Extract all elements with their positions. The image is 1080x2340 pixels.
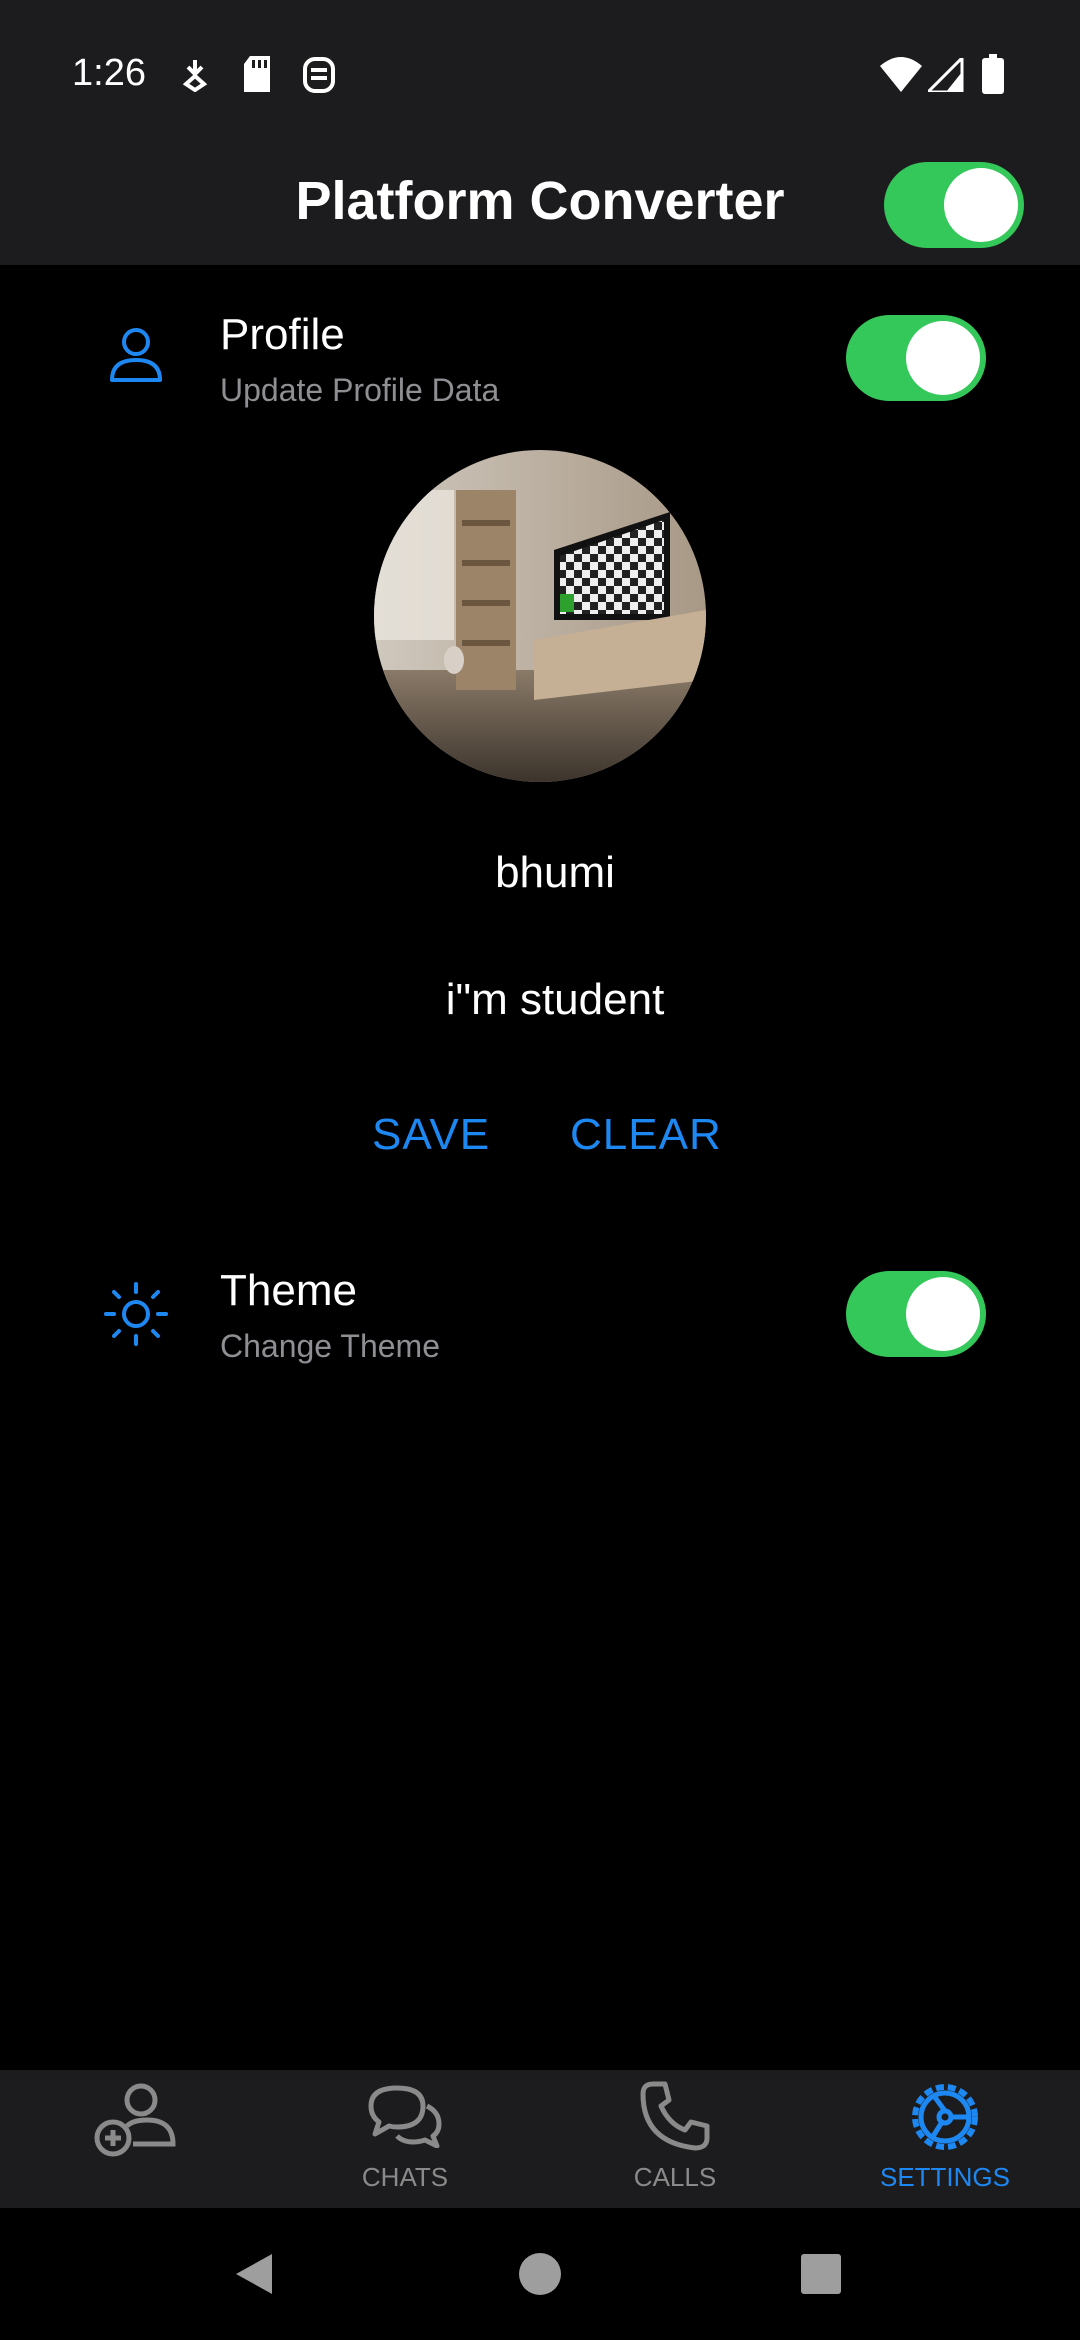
- sd-card-icon: [244, 56, 270, 92]
- add-person-icon: [94, 2083, 176, 2157]
- nav-chats[interactable]: CHATS: [270, 2070, 540, 2208]
- profile-title: Profile: [220, 310, 345, 359]
- settings-icon: [912, 2084, 978, 2150]
- platform-toggle[interactable]: [884, 162, 1024, 248]
- nav-settings[interactable]: SETTINGS: [810, 2070, 1080, 2208]
- toggle-knob: [944, 168, 1018, 242]
- profile-name[interactable]: bhumi: [0, 848, 1080, 898]
- download-arrow-icon: [182, 60, 208, 92]
- profile-toggle[interactable]: [846, 315, 986, 401]
- toggle-knob: [906, 321, 980, 395]
- wifi-icon: [880, 57, 922, 92]
- nav-calls[interactable]: CALLS: [540, 2070, 810, 2208]
- battery-icon: [982, 54, 1004, 94]
- toggle-knob: [906, 1277, 980, 1351]
- status-time: 1:26: [72, 52, 146, 94]
- back-icon[interactable]: [234, 2252, 274, 2296]
- avatar-image: [374, 450, 706, 782]
- profile-subtitle: Update Profile Data: [220, 372, 500, 408]
- nav-label: SETTINGS: [879, 2162, 1010, 2192]
- theme-title: Theme: [220, 1266, 357, 1315]
- signal-icon: [928, 58, 964, 92]
- bottom-nav: CHATS CALLS SETTINGS: [0, 2070, 1080, 2208]
- theme-toggle[interactable]: [846, 1271, 986, 1357]
- chat-bubbles-icon: [368, 2085, 442, 2148]
- nav-label: CHATS: [361, 2162, 449, 2192]
- shield-icon: [303, 57, 335, 93]
- theme-subtitle: Change Theme: [220, 1328, 440, 1364]
- app-bar: Platform Converter: [0, 150, 1080, 265]
- clear-button[interactable]: CLEAR: [570, 1110, 722, 1160]
- sun-icon: [104, 1282, 168, 1346]
- nav-label: CALLS: [633, 2162, 717, 2192]
- save-button[interactable]: SAVE: [372, 1110, 490, 1160]
- person-icon: [110, 328, 162, 382]
- nav-add-contact[interactable]: [0, 2070, 270, 2208]
- home-icon[interactable]: [518, 2252, 562, 2296]
- system-nav-bar: [0, 2208, 1080, 2340]
- status-bar: 1:26: [0, 0, 1080, 150]
- phone-icon: [640, 2081, 710, 2151]
- profile-avatar[interactable]: [374, 450, 706, 782]
- profile-bio[interactable]: i"m student: [0, 975, 1080, 1025]
- recents-icon[interactable]: [800, 2253, 842, 2295]
